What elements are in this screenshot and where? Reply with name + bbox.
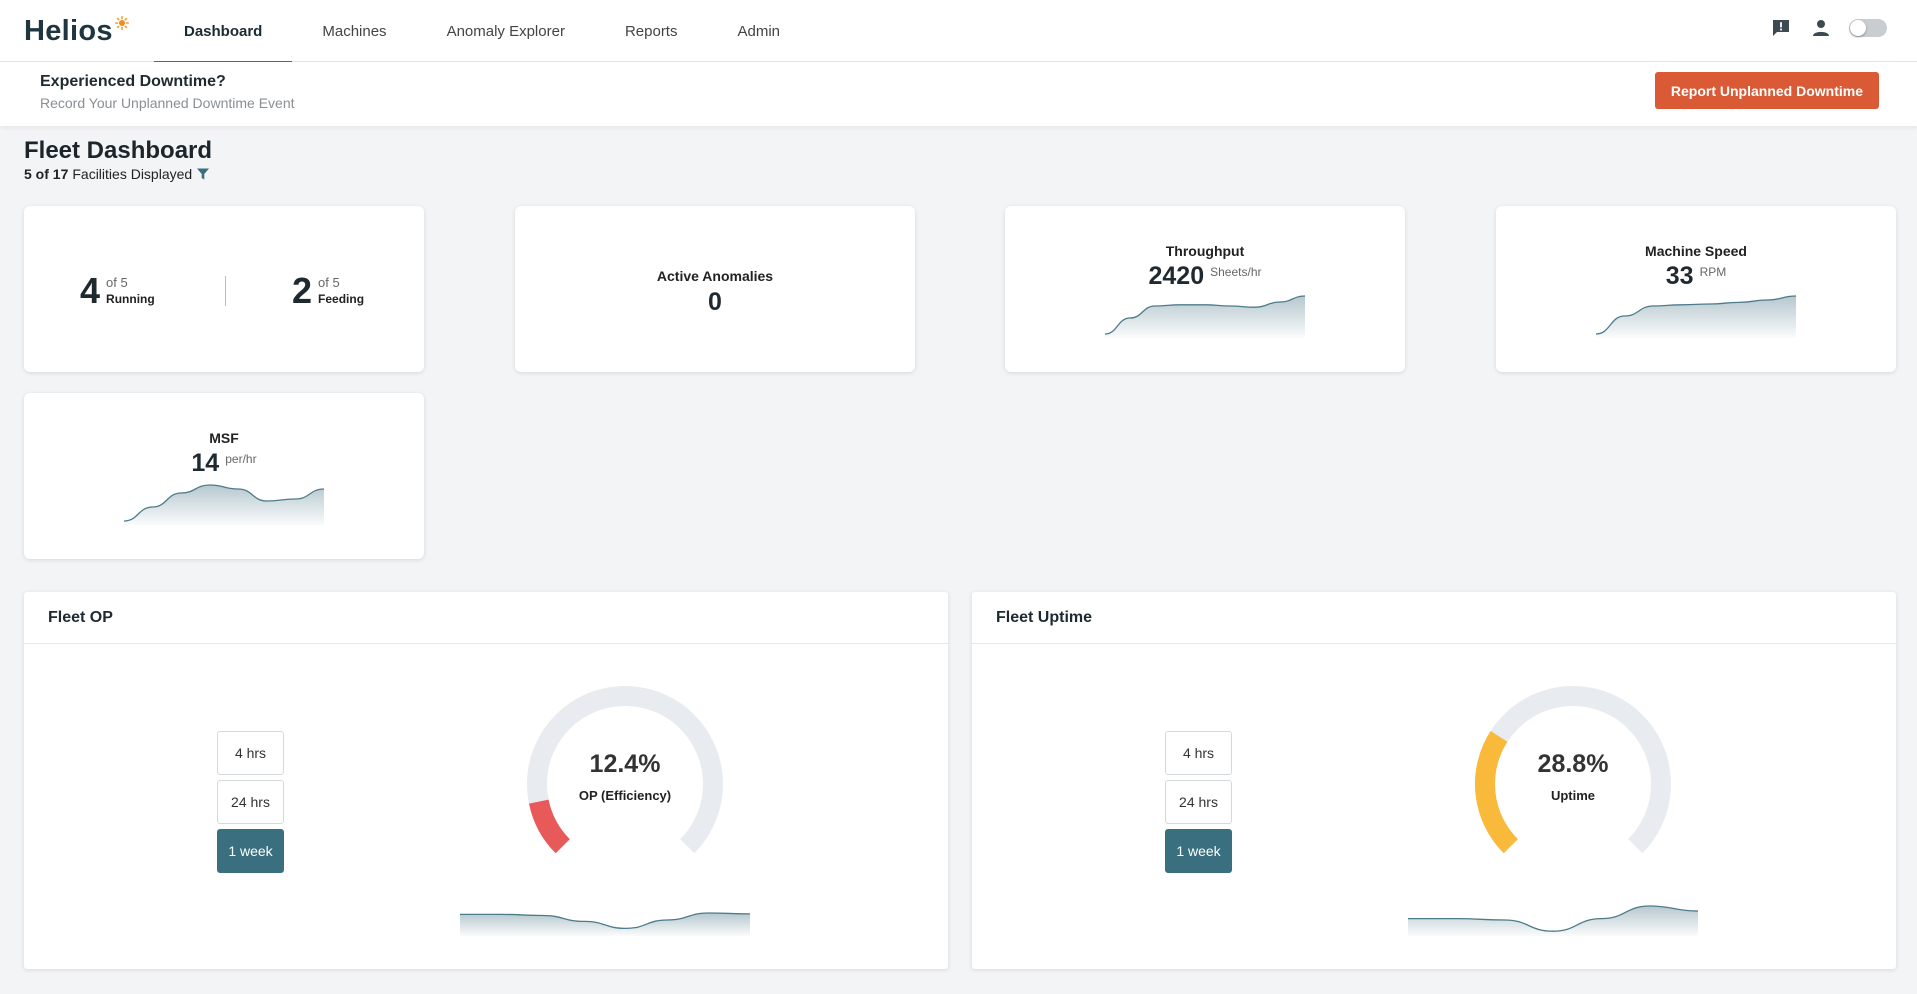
msf-label: MSF [209, 430, 239, 446]
running-count: 4 [80, 270, 101, 311]
filter-icon[interactable] [196, 167, 210, 181]
machine-status-card: 4 of 5 Running 2 of 5 Feeding [24, 206, 424, 372]
sparkline-area [124, 485, 324, 525]
op-range-24hrs[interactable]: 24 hrs [217, 780, 284, 824]
uptime-gauge-ring [1475, 686, 1671, 854]
theme-toggle[interactable] [1849, 19, 1887, 37]
op-gauge-value: 12.4% [589, 750, 661, 778]
uptime-range-1week[interactable]: 1 week [1165, 829, 1232, 873]
throughput-unit: Sheets/hr [1210, 265, 1262, 279]
fleet-uptime-panel: Fleet Uptime 4 hrs 24 hrs 1 week 28.8% U… [972, 592, 1896, 969]
throughput-label: Throughput [1165, 243, 1245, 259]
speed-value: 33 [1665, 262, 1694, 290]
feeding-count: 2 [292, 270, 313, 311]
sun-icon [114, 16, 129, 30]
top-navigation-bar: Helios Dashboard Machines Anomaly Explor… [0, 0, 1917, 63]
feeding-status: 2 of 5 Feeding [292, 270, 364, 312]
msf-unit: per/hr [225, 452, 257, 466]
msf-sparkline [124, 484, 324, 525]
op-trend-line [460, 912, 750, 936]
op-range-1week[interactable]: 1 week [217, 829, 284, 873]
speed-unit: RPM [1699, 265, 1727, 279]
uptime-gauge-label: Uptime [1550, 788, 1596, 803]
msf-card[interactable]: MSF 14 per/hr [24, 393, 424, 559]
uptime-range-4hrs[interactable]: 4 hrs [1165, 731, 1232, 775]
uptime-gauge: 28.8% Uptime [1453, 684, 1693, 884]
throughput-sparkline [1105, 295, 1305, 338]
banner-title: Experienced Downtime? [40, 73, 226, 90]
running-status: 4 of 5 Running [80, 270, 155, 312]
throughput-value: 2420 [1148, 262, 1205, 290]
uptime-range-24hrs[interactable]: 24 hrs [1165, 780, 1232, 824]
facilities-count: 5 of 17 [24, 166, 69, 182]
anomalies-value: 0 [708, 288, 722, 316]
banner-subtitle: Record Your Unplanned Downtime Event [40, 95, 295, 111]
anomalies-label: Active Anomalies [656, 268, 774, 284]
active-anomalies-card[interactable]: Active Anomalies 0 [515, 206, 915, 372]
op-gauge-ring [527, 686, 723, 854]
status-divider [225, 276, 226, 306]
user-icon[interactable] [1809, 16, 1833, 40]
nav-dashboard[interactable]: Dashboard [154, 0, 293, 63]
fleet-uptime-title: Fleet Uptime [996, 609, 1093, 626]
gauge-progress [528, 799, 571, 854]
report-downtime-button[interactable]: Report Unplanned Downtime [1654, 72, 1879, 109]
logo-text: Helios [24, 14, 113, 47]
toggle-knob [1850, 20, 1866, 36]
fleet-op-title: Fleet OP [48, 609, 113, 626]
downtime-banner: Experienced Downtime? Record Your Unplan… [0, 62, 1917, 126]
fleet-op-panel: Fleet OP 4 hrs 24 hrs 1 week 12.4% OP (E… [24, 592, 948, 969]
nav-machines[interactable]: Machines [292, 0, 416, 62]
nav-reports[interactable]: Reports [595, 0, 708, 62]
machine-speed-card[interactable]: Machine Speed 33 RPM [1496, 206, 1896, 372]
page-title: Fleet Dashboard [24, 137, 213, 164]
main-nav: Dashboard Machines Anomaly Explorer Repo… [154, 0, 810, 63]
feeding-label: Feeding [318, 292, 365, 306]
helios-logo[interactable]: Helios [24, 14, 129, 48]
uptime-gauge-value: 28.8% [1537, 750, 1609, 778]
op-gauge-label: OP (Efficiency) [578, 788, 672, 803]
running-label: Running [106, 292, 155, 306]
nav-anomaly-explorer[interactable]: Anomaly Explorer [417, 0, 595, 62]
speed-label: Machine Speed [1645, 243, 1747, 259]
facilities-text: Facilities Displayed [72, 166, 193, 182]
sparkline-area [1596, 296, 1796, 338]
throughput-card[interactable]: Throughput 2420 Sheets/hr [1005, 206, 1405, 372]
facilities-summary: 5 of 17 Facilities Displayed [24, 166, 210, 182]
op-gauge: 12.4% OP (Efficiency) [505, 684, 745, 884]
speed-sparkline [1596, 295, 1796, 338]
op-range-4hrs[interactable]: 4 hrs [217, 731, 284, 775]
header-actions [1769, 16, 1887, 40]
uptime-trend-line [1408, 905, 1698, 936]
nav-admin[interactable]: Admin [707, 0, 810, 62]
msf-value: 14 [191, 449, 220, 477]
running-of: of 5 [106, 275, 128, 290]
feedback-icon[interactable] [1769, 16, 1793, 40]
feeding-of: of 5 [318, 275, 340, 290]
